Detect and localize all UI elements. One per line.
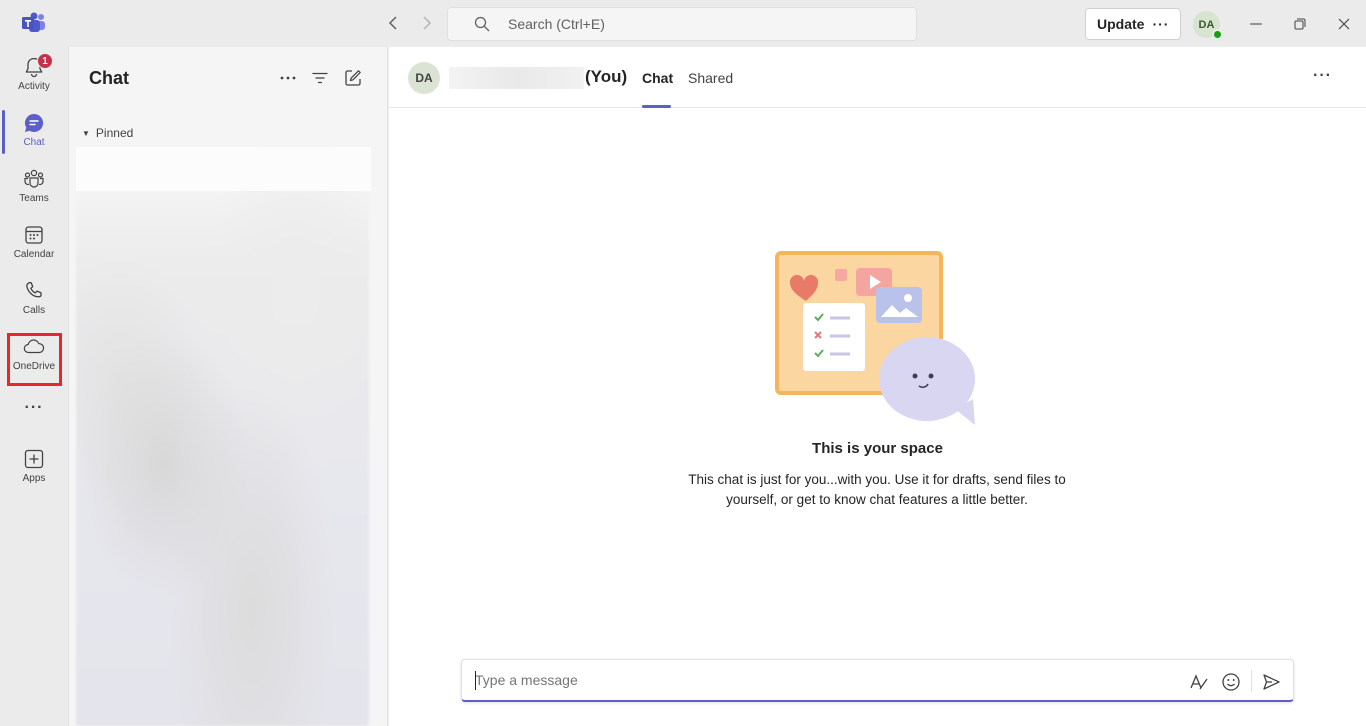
- update-label: Update: [1097, 16, 1145, 32]
- caret-down-icon: ▼: [82, 128, 90, 138]
- filter-button[interactable]: [310, 68, 330, 88]
- add-app-icon: [24, 449, 44, 469]
- send-icon: [1263, 674, 1280, 690]
- filter-icon: [312, 72, 328, 84]
- rail-item-chat[interactable]: Chat: [0, 103, 68, 159]
- chat-icon: [24, 113, 44, 132]
- text-cursor: [475, 671, 476, 690]
- phone-icon: [26, 281, 42, 298]
- rail-label: Calls: [22, 305, 46, 316]
- search-placeholder: Search (Ctrl+E): [508, 16, 605, 32]
- rail-label: Teams: [19, 193, 49, 204]
- you-label: (You): [585, 67, 628, 86]
- user-avatar[interactable]: DA: [1193, 11, 1223, 40]
- notification-badge: 1: [37, 53, 53, 69]
- message-input[interactable]: [475, 672, 1175, 688]
- tab-shared[interactable]: Shared: [688, 70, 733, 86]
- forward-button[interactable]: [416, 12, 438, 34]
- pinned-label: Pinned: [95, 126, 134, 140]
- rail-item-apps[interactable]: Apps: [0, 439, 68, 495]
- rail-label: Calendar: [13, 249, 55, 260]
- rail-item-activity[interactable]: Activity 1: [0, 47, 68, 103]
- new-chat-button[interactable]: [343, 68, 363, 88]
- rail-item-calendar[interactable]: Calendar: [0, 215, 68, 271]
- chat-list-panel: Chat ▼ Pinned: [68, 47, 388, 726]
- update-button[interactable]: Update ···: [1085, 8, 1181, 40]
- user-initials: DA: [1198, 18, 1215, 31]
- presence-available-icon: [1212, 29, 1223, 40]
- teams-icon: [24, 169, 44, 188]
- send-button[interactable]: [1260, 671, 1282, 693]
- more-icon: ···: [1152, 16, 1170, 32]
- format-button[interactable]: [1188, 671, 1210, 693]
- pinned-section-toggle[interactable]: ▼ Pinned: [82, 126, 133, 140]
- format-icon: [1190, 674, 1208, 690]
- rail-label: Apps: [22, 473, 46, 484]
- blurred-user-name: [449, 67, 584, 89]
- emoji-icon: [1222, 673, 1240, 691]
- app-bar: Activity 1 Chat Teams Calendar Calls One…: [0, 47, 68, 726]
- header-more-button[interactable]: ···: [1313, 67, 1332, 85]
- more-options-button[interactable]: [278, 68, 298, 88]
- more-icon: [280, 76, 296, 80]
- restore-button[interactable]: [1288, 12, 1312, 36]
- back-button[interactable]: [382, 12, 404, 34]
- minimize-button[interactable]: [1244, 12, 1268, 36]
- rail-item-calls[interactable]: Calls: [0, 271, 68, 327]
- empty-space-illustration: [775, 251, 980, 429]
- emoji-button[interactable]: [1220, 671, 1242, 693]
- chat-header: DA (You) Chat Shared ···: [389, 47, 1366, 108]
- rail-label: Activity: [18, 81, 50, 92]
- rail-label: Chat: [23, 137, 45, 148]
- calendar-icon: [25, 226, 43, 244]
- search-bar[interactable]: Search (Ctrl+E): [447, 7, 917, 41]
- empty-state-description: This chat is just for you...with you. Us…: [688, 472, 1066, 507]
- rail-item-teams[interactable]: Teams: [0, 159, 68, 215]
- search-icon: [474, 16, 490, 32]
- active-tab-indicator: [642, 105, 671, 108]
- empty-state-title: This is your space: [812, 440, 943, 457]
- composer-divider: [1251, 670, 1252, 692]
- title-bar: Search (Ctrl+E) Update ··· DA: [0, 0, 1366, 47]
- annotation-highlight-box: [7, 333, 62, 386]
- tab-chat[interactable]: Chat: [642, 70, 673, 86]
- close-button[interactable]: [1332, 12, 1356, 36]
- chat-avatar[interactable]: DA: [408, 62, 440, 94]
- blurred-chat-item[interactable]: [76, 147, 371, 191]
- teams-logo-icon: [22, 12, 46, 34]
- compose-icon: [345, 70, 361, 86]
- message-composer[interactable]: [461, 659, 1294, 702]
- chat-main: DA (You) Chat Shared ··· This is your sp…: [389, 47, 1366, 726]
- chat-list-title: Chat: [89, 68, 129, 88]
- more-apps-button[interactable]: ···: [0, 399, 68, 423]
- blurred-chat-list: [76, 147, 369, 726]
